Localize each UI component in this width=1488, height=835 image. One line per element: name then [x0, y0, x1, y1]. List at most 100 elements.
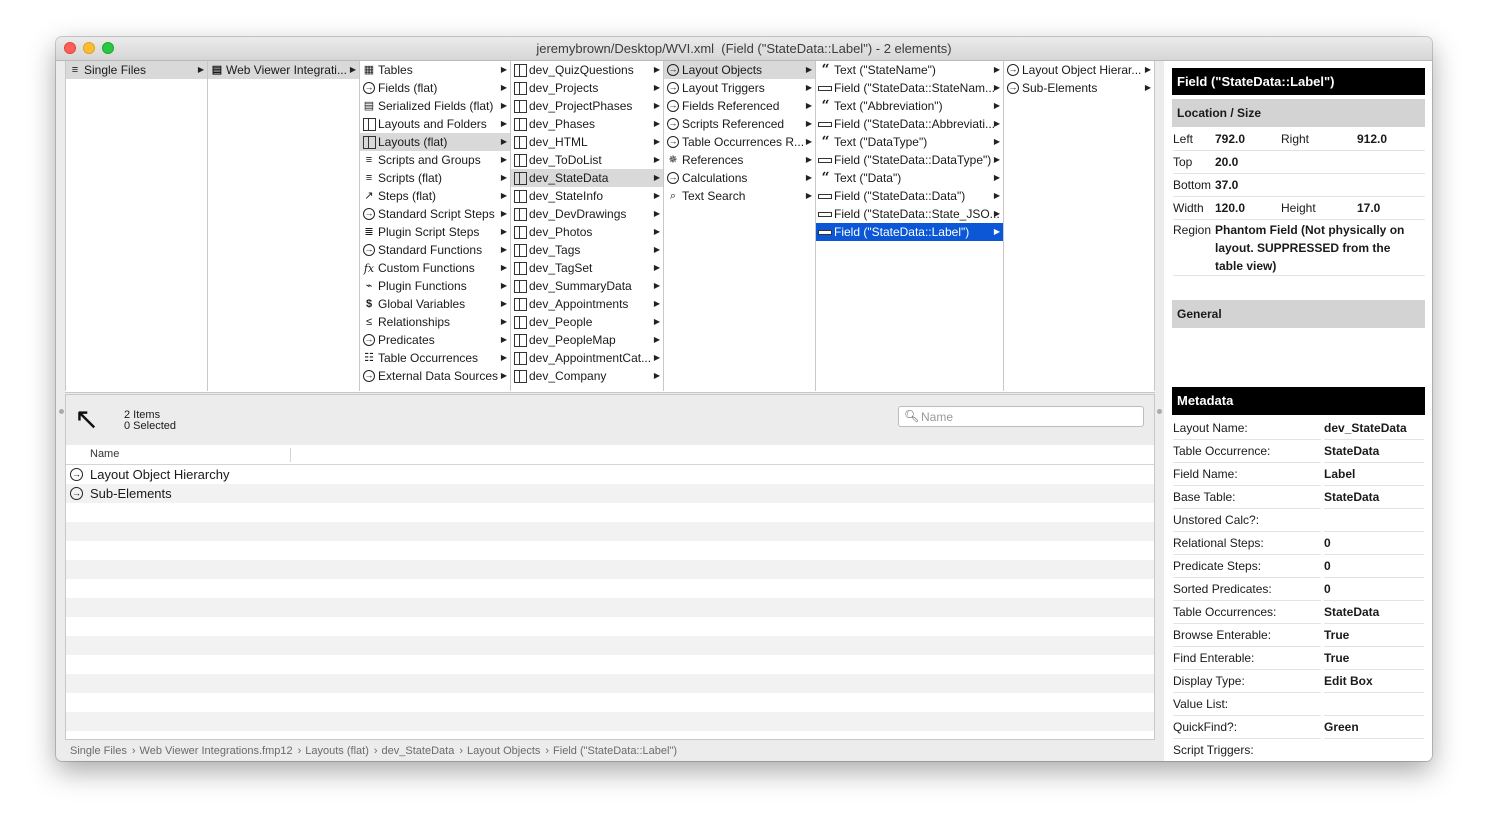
- browser-item[interactable]: → Layout Object Hierar... ▶: [1004, 61, 1154, 79]
- layout-item[interactable]: dev_StateInfo ▶: [511, 187, 663, 205]
- path-segment[interactable]: Field ("StateData::Label"): [553, 745, 677, 757]
- browser-item[interactable]: “ Text ("StateName") ▶: [816, 61, 1003, 79]
- browser-item[interactable]: Field ("StateData::State_JSO... ▶: [816, 205, 1003, 223]
- browser-item[interactable]: → External Data Sources ▶: [360, 367, 510, 385]
- browser-item[interactable]: $ Global Variables ▶: [360, 295, 510, 313]
- table-row[interactable]: → Layout Object Hierarchy: [66, 465, 1154, 484]
- region-label: Region: [1173, 223, 1212, 237]
- browser-item[interactable]: ✵ References ▶: [664, 151, 815, 169]
- layout-item[interactable]: dev_Company ▶: [511, 367, 663, 385]
- layout-item[interactable]: dev_SummaryData ▶: [511, 277, 663, 295]
- path-segment[interactable]: Web Viewer Integrations.fmp12: [140, 745, 293, 757]
- layout-item[interactable]: dev_DevDrawings ▶: [511, 205, 663, 223]
- browser-item[interactable]: → Fields (flat) ▶: [360, 79, 510, 97]
- inspector-panel: Field ("StateData::Label") Location / Si…: [1164, 61, 1432, 761]
- browser-item[interactable]: Field ("StateData::Abbreviati... ▶: [816, 115, 1003, 133]
- metadata-row: Script Triggers:: [1173, 739, 1425, 761]
- browser-item[interactable]: Layouts (flat) ▶: [360, 133, 510, 151]
- browser-item[interactable]: ≣ Plugin Script Steps ▶: [360, 223, 510, 241]
- item-label: Predicates: [378, 333, 435, 347]
- item-label: References: [682, 153, 744, 167]
- browser-item[interactable]: → Layout Triggers ▶: [664, 79, 815, 97]
- browser-item[interactable]: Layouts and Folders ▶: [360, 115, 510, 133]
- layout-icon: [513, 242, 527, 258]
- browser-item[interactable]: ▤ Web Viewer Integrati... ▶: [208, 61, 359, 79]
- browser-item[interactable]: Field ("StateData::Data") ▶: [816, 187, 1003, 205]
- layout-item[interactable]: dev_QuizQuestions ▶: [511, 61, 663, 79]
- layout-item[interactable]: dev_StateData ▶: [511, 169, 663, 187]
- path-segment[interactable]: dev_StateData: [382, 745, 455, 757]
- browser-item[interactable]: Field ("StateData::Label") ▶: [816, 223, 1003, 241]
- disclosure-arrow-icon: ▶: [653, 353, 660, 362]
- browser-item[interactable]: → Predicates ▶: [360, 331, 510, 349]
- search-input[interactable]: [921, 409, 1136, 424]
- browser-item[interactable]: ⌁ Plugin Functions ▶: [360, 277, 510, 295]
- magnifier-icon: ⌕: [669, 189, 677, 202]
- browser-column-6[interactable]: “Text ("StateName") ▶ Field ("StateData::S…: [816, 61, 1004, 391]
- layout-item[interactable]: dev_HTML ▶: [511, 133, 663, 151]
- browser-item[interactable]: ≤ Relationships ▶: [360, 313, 510, 331]
- layout-item[interactable]: dev_Phases ▶: [511, 115, 663, 133]
- layout-item[interactable]: dev_Photos ▶: [511, 223, 663, 241]
- browser-column-2[interactable]: ▤ Web Viewer Integrati... ▶: [208, 61, 360, 391]
- layout-item[interactable]: dev_ToDoList ▶: [511, 151, 663, 169]
- disclosure-arrow-icon: ▶: [653, 155, 660, 164]
- layout-item[interactable]: dev_ProjectPhases ▶: [511, 97, 663, 115]
- browser-item[interactable]: ↗ Steps (flat) ▶: [360, 187, 510, 205]
- browser-column-7[interactable]: → Layout Object Hierar... ▶ → Sub-Elements ▶: [1004, 61, 1155, 391]
- disclosure-arrow-icon: ▶: [1144, 83, 1151, 92]
- left-splitter-handle[interactable]: [59, 409, 64, 414]
- metadata-row: Field Name: Label: [1173, 463, 1425, 486]
- browser-item[interactable]: → Fields Referenced ▶: [664, 97, 815, 115]
- layout-item[interactable]: dev_TagSet ▶: [511, 259, 663, 277]
- field-icon: [818, 116, 832, 132]
- table-row[interactable]: → Sub-Elements: [66, 484, 1154, 503]
- browser-column-3[interactable]: ▦ Tables ▶ → Fields (flat) ▶ ▤ Serialized Field…: [360, 61, 511, 391]
- browser-item[interactable]: “ Text ("Data") ▶: [816, 169, 1003, 187]
- layout-item[interactable]: dev_Appointments ▶: [511, 295, 663, 313]
- search-box[interactable]: 🔍︎: [898, 406, 1144, 427]
- browser-item[interactable]: Field ("StateData::StateNam... ▶: [816, 79, 1003, 97]
- browser-item[interactable]: → Scripts Referenced ▶: [664, 115, 815, 133]
- disclosure-arrow-icon: ▶: [653, 299, 660, 308]
- disclosure-arrow-icon: ▶: [500, 155, 507, 164]
- layout-item[interactable]: dev_Tags ▶: [511, 241, 663, 259]
- path-segment[interactable]: Layout Objects: [467, 745, 540, 757]
- browser-column-4[interactable]: dev_QuizQuestions ▶ dev_Projects ▶ dev_Proje…: [511, 61, 664, 391]
- browser-item[interactable]: → Layout Objects ▶: [664, 61, 815, 79]
- browser-item[interactable]: ⌕ Text Search ▶: [664, 187, 815, 205]
- browser-item[interactable]: ▦ Tables ▶: [360, 61, 510, 79]
- browser-item[interactable]: ≡ Scripts (flat) ▶: [360, 169, 510, 187]
- inspector-splitter-handle[interactable]: [1157, 409, 1162, 414]
- browser-item[interactable]: fx Custom Functions ▶: [360, 259, 510, 277]
- column-divider[interactable]: [290, 448, 291, 462]
- browser-item[interactable]: → Standard Functions ▶: [360, 241, 510, 259]
- browser-column-1[interactable]: ≡ Single Files ▶: [65, 61, 208, 391]
- browser-item[interactable]: → Calculations ▶: [664, 169, 815, 187]
- column-header-name[interactable]: Name: [90, 448, 119, 460]
- layout-item[interactable]: dev_PeopleMap ▶: [511, 331, 663, 349]
- browser-item[interactable]: Field ("StateData::DataType") ▶: [816, 151, 1003, 169]
- browser-item[interactable]: “ Text ("DataType") ▶: [816, 133, 1003, 151]
- item-label: dev_People: [529, 315, 593, 329]
- item-label: Text Search: [682, 189, 746, 203]
- path-segment[interactable]: Single Files: [70, 745, 127, 757]
- browser-item[interactable]: → Table Occurrences R... ▶: [664, 133, 815, 151]
- browser-item[interactable]: ≡ Single Files ▶: [66, 61, 207, 79]
- browser-item[interactable]: ≡ Scripts and Groups ▶: [360, 151, 510, 169]
- path-segment[interactable]: Layouts (flat): [305, 745, 369, 757]
- browser-item[interactable]: → Standard Script Steps ▶: [360, 205, 510, 223]
- item-label: Layouts (flat): [378, 135, 448, 149]
- browser-column-5[interactable]: → Layout Objects ▶ → Layout Triggers ▶ → Fields…: [664, 61, 816, 391]
- item-label: Standard Functions: [378, 243, 483, 257]
- layout-item[interactable]: dev_AppointmentCat... ▶: [511, 349, 663, 367]
- browser-item[interactable]: “ Text ("Abbreviation") ▶: [816, 97, 1003, 115]
- circle-arrow-icon: →: [363, 82, 375, 94]
- metadata-value: True: [1324, 647, 1424, 670]
- width-value: 120.0: [1215, 201, 1246, 215]
- browser-item[interactable]: ▤ Serialized Fields (flat) ▶: [360, 97, 510, 115]
- layout-item[interactable]: dev_People ▶: [511, 313, 663, 331]
- layout-item[interactable]: dev_Projects ▶: [511, 79, 663, 97]
- browser-item[interactable]: ☷ Table Occurrences ▶: [360, 349, 510, 367]
- browser-item[interactable]: → Sub-Elements ▶: [1004, 79, 1154, 97]
